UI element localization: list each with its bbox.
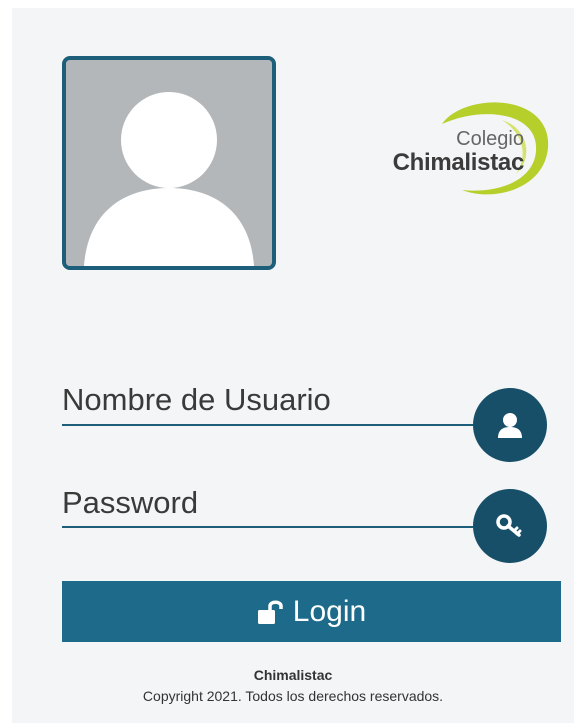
logo-line1: Colegio bbox=[456, 128, 524, 150]
username-icon-button[interactable] bbox=[473, 388, 547, 462]
password-underline bbox=[62, 526, 494, 528]
footer-copyright: Copyright 2021. Todos los derechos reser… bbox=[142, 688, 444, 704]
avatar bbox=[62, 56, 276, 270]
username-label[interactable]: Nombre de Usuario bbox=[62, 382, 331, 418]
footer-title: Chimalistac bbox=[253, 667, 333, 683]
username-underline bbox=[62, 424, 494, 426]
password-icon-button[interactable] bbox=[473, 489, 547, 563]
login-button[interactable]: Login bbox=[62, 581, 561, 642]
password-label[interactable]: Password bbox=[62, 485, 198, 521]
default-avatar-icon bbox=[66, 60, 272, 266]
unlock-icon bbox=[257, 600, 283, 624]
school-logo: Colegio Chimalistac bbox=[352, 98, 552, 198]
key-icon bbox=[496, 514, 522, 537]
login-label: Login bbox=[292, 594, 367, 628]
logo-line2: Chimalistac bbox=[392, 149, 525, 176]
user-icon bbox=[498, 413, 522, 438]
